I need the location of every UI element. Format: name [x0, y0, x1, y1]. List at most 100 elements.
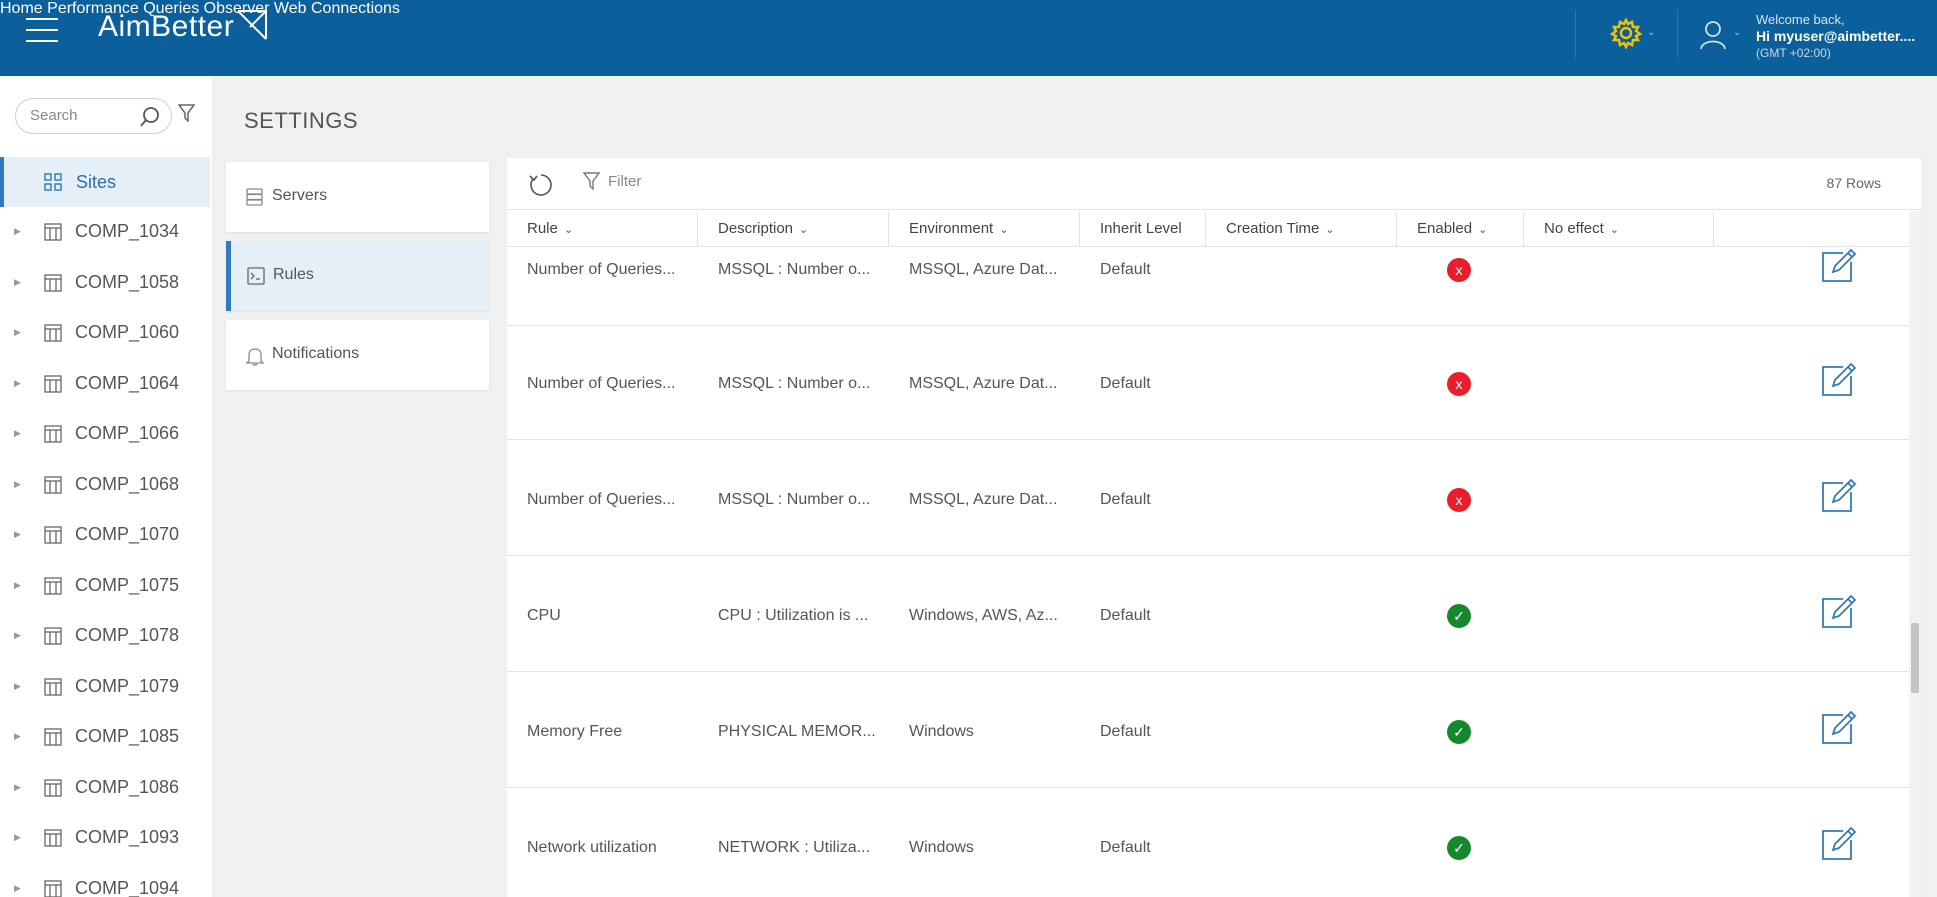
column-header-rule[interactable]: Rule ⌄	[507, 211, 698, 247]
nav-web[interactable]: Web	[274, 0, 307, 17]
sidebar-item-comp[interactable]: ▶ COMP_1093	[0, 813, 210, 863]
table-row[interactable]: Number of Queries... MSSQL : Number o... M…	[507, 440, 1909, 556]
sidebar-item-label: COMP_1058	[75, 271, 180, 292]
cell-inherit-level: Default	[1100, 491, 1151, 508]
page-title: SETTINGS	[244, 108, 359, 133]
column-header-no-effect[interactable]: No effect ⌄	[1524, 211, 1714, 247]
expand-arrow-icon[interactable]: ▶	[14, 479, 21, 490]
user-name: Hi myuser@aimbetter....	[1756, 28, 1916, 44]
expand-arrow-icon[interactable]: ▶	[14, 529, 21, 540]
column-label: Creation Time	[1226, 220, 1320, 237]
table-filter-button[interactable]: Filter	[583, 172, 641, 190]
cell-environment: MSSQL, Azure Dat...	[909, 375, 1058, 392]
building-icon	[44, 526, 62, 549]
edit-icon[interactable]	[1821, 360, 1857, 403]
sidebar-item-comp[interactable]: ▶ COMP_1068	[0, 460, 210, 510]
edit-icon[interactable]	[1821, 476, 1857, 519]
expand-arrow-icon[interactable]: ▶	[14, 327, 21, 338]
expand-arrow-icon[interactable]: ▶	[14, 226, 21, 237]
expand-arrow-icon[interactable]: ▶	[14, 832, 21, 843]
cell-rule: Memory Free	[527, 723, 623, 740]
expand-arrow-icon[interactable]: ▶	[14, 731, 21, 742]
enabled-check-icon[interactable]: ✓	[1447, 720, 1471, 744]
edit-icon[interactable]	[1821, 708, 1857, 751]
edit-icon[interactable]	[1821, 247, 1857, 289]
enabled-check-icon[interactable]: ✓	[1447, 836, 1471, 860]
sidebar-item-comp[interactable]: ▶ COMP_1064	[0, 359, 210, 409]
edit-icon[interactable]	[1821, 592, 1857, 635]
sidebar-item-sites[interactable]: Sites	[0, 157, 210, 207]
expand-arrow-icon[interactable]: ▶	[14, 277, 21, 288]
sidebar-item-comp[interactable]: ▶ COMP_1094	[0, 864, 210, 897]
user-chevron-down-icon[interactable]: ⌄	[1733, 27, 1741, 38]
disabled-x-icon[interactable]: x	[1447, 372, 1471, 396]
menu-rules[interactable]: Rules	[226, 241, 489, 311]
column-header-creation-time[interactable]: Creation Time ⌄	[1206, 211, 1397, 247]
sidebar-item-label: COMP_1093	[75, 827, 180, 847]
user-welcome[interactable]: Welcome back, Hi myuser@aimbetter.... (G…	[1756, 11, 1915, 62]
scrollbar-thumb[interactable]	[1911, 623, 1919, 693]
menu-notifications[interactable]: Notifications	[226, 320, 489, 390]
sidebar-item-comp[interactable]: ▶ COMP_1079	[0, 662, 210, 712]
cell-inherit-level: Default	[1100, 607, 1151, 624]
sidebar-item-label: COMP_1078	[75, 625, 180, 645]
cell-rule: CPU	[527, 607, 561, 624]
chevron-down-icon: ⌄	[563, 224, 574, 236]
menu-servers[interactable]: Servers	[226, 162, 489, 232]
sidebar-item-comp[interactable]: ▶ COMP_1078	[0, 611, 210, 661]
building-icon	[44, 374, 62, 398]
grid-icon	[44, 173, 62, 196]
expand-arrow-icon[interactable]: ▶	[14, 681, 21, 692]
table-row[interactable]: Number of Queries... MSSQL : Number o... M…	[507, 324, 1909, 440]
expand-arrow-icon[interactable]: ▶	[14, 782, 21, 793]
expand-arrow-icon[interactable]: ▶	[14, 580, 21, 591]
enabled-check-icon[interactable]: ✓	[1447, 604, 1471, 628]
table-row[interactable]: Network utilization NETWORK : Utiliza... W…	[507, 788, 1909, 897]
sidebar-item-label: COMP_1064	[75, 372, 180, 393]
gear-chevron-down-icon[interactable]: ⌄	[1647, 27, 1655, 38]
cell-rule: Number of Queries...	[527, 261, 676, 278]
sidebar-item-comp[interactable]: ▶ COMP_1085	[0, 712, 210, 762]
sidebar-item-label: COMP_1034	[75, 221, 180, 241]
refresh-icon[interactable]	[527, 171, 555, 204]
chevron-down-icon: ⌄	[799, 224, 809, 236]
table-scrollbar[interactable]	[1909, 211, 1921, 897]
hamburger-menu-icon[interactable]	[26, 18, 58, 46]
edit-icon[interactable]	[1821, 824, 1857, 867]
disabled-x-icon[interactable]: x	[1447, 258, 1471, 282]
database-icon	[246, 188, 263, 211]
sidebar-item-comp[interactable]: ▶ COMP_1066	[0, 409, 210, 459]
sidebar-item-comp[interactable]: ▶ COMP_1086	[0, 763, 210, 813]
app-logo[interactable]: AimBetter	[98, 10, 270, 44]
building-icon	[44, 273, 62, 297]
expand-arrow-icon[interactable]: ▶	[14, 630, 21, 641]
search-input[interactable]	[30, 107, 130, 124]
filter-icon[interactable]	[177, 104, 196, 127]
user-avatar-icon[interactable]	[1700, 20, 1726, 55]
sidebar-item-comp[interactable]: ▶ COMP_1058	[0, 258, 210, 308]
column-header-enabled[interactable]: Enabled ⌄	[1397, 211, 1524, 247]
column-header-inherit-level[interactable]: Inherit Level	[1080, 211, 1206, 247]
cell-rule: Number of Queries...	[527, 491, 676, 508]
table-row[interactable]: CPU CPU : Utilization is ... Windows, AWS,…	[507, 556, 1909, 672]
header-divider	[1677, 10, 1678, 58]
disabled-x-icon[interactable]: x	[1447, 488, 1471, 512]
sidebar-item-label: COMP_1070	[75, 524, 180, 544]
column-header-description[interactable]: Description ⌄	[698, 211, 889, 247]
expand-arrow-icon[interactable]: ▶	[14, 883, 21, 894]
sidebar-item-comp[interactable]: ▶ COMP_1075	[0, 561, 210, 611]
cell-rule: Network utilization	[527, 839, 657, 856]
column-header-environment[interactable]: Environment ⌄	[889, 211, 1080, 247]
expand-arrow-icon[interactable]: ▶	[14, 378, 21, 389]
settings-gear-icon[interactable]	[1609, 17, 1643, 54]
nav-home[interactable]: Home	[0, 0, 43, 17]
search-icon[interactable]	[139, 106, 161, 133]
sidebar-item-comp[interactable]: ▶ COMP_1060	[0, 308, 210, 358]
nav-connections[interactable]: Connections	[311, 0, 400, 17]
expand-arrow-icon[interactable]: ▶	[14, 428, 21, 439]
cell-environment: MSSQL, Azure Dat...	[909, 261, 1058, 278]
table-row[interactable]: Number of Queries... MSSQL : Number o... M…	[507, 247, 1909, 326]
table-row[interactable]: Memory Free PHYSICAL MEMOR... Windows Defau…	[507, 672, 1909, 788]
sidebar-item-comp[interactable]: ▶ COMP_1034	[0, 207, 210, 257]
sidebar-item-comp[interactable]: ▶ COMP_1070	[0, 510, 210, 560]
